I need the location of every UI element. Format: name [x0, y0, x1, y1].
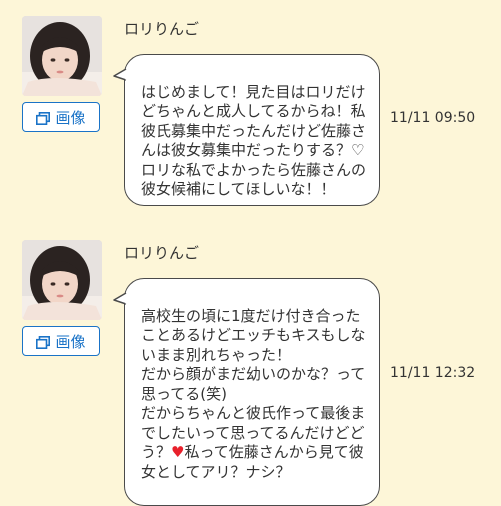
- sender-name: ロリりんご: [124, 244, 200, 262]
- message-bubble: はじめまして！見た目はロリだけどちゃんと成人してるからね！私彼氏募集中だったんだ…: [124, 54, 380, 206]
- message-text: 高校生の頃に1度だけ付き合ったことあるけどエッチもキスもしないまま別れちゃった！…: [141, 306, 366, 462]
- image-icon: [36, 335, 51, 349]
- image-button[interactable]: 画像: [22, 102, 100, 132]
- message-timestamp: 11/11 09:50: [390, 110, 476, 126]
- avatar-photo: [22, 240, 102, 320]
- message-text: はじめまして！見た目はロリだけどちゃんと成人してるからね！私彼氏募集中だったんだ…: [141, 82, 367, 199]
- avatar[interactable]: [22, 16, 102, 96]
- image-button-label: 画像: [55, 332, 86, 351]
- image-button-label: 画像: [55, 108, 86, 127]
- message-timestamp: 11/11 12:32: [390, 365, 476, 381]
- image-icon: [36, 111, 51, 125]
- avatar-photo: [22, 16, 102, 96]
- image-button[interactable]: 画像: [22, 326, 100, 356]
- message-bubble: 高校生の頃に1度だけ付き合ったことあるけどエッチもキスもしないまま別れちゃった！…: [124, 278, 380, 506]
- avatar[interactable]: [22, 240, 102, 320]
- bubble-tail: [113, 292, 127, 305]
- bubble-tail: [113, 68, 127, 81]
- heart-icon: ♥: [171, 443, 185, 461]
- sender-name: ロリりんご: [124, 20, 200, 38]
